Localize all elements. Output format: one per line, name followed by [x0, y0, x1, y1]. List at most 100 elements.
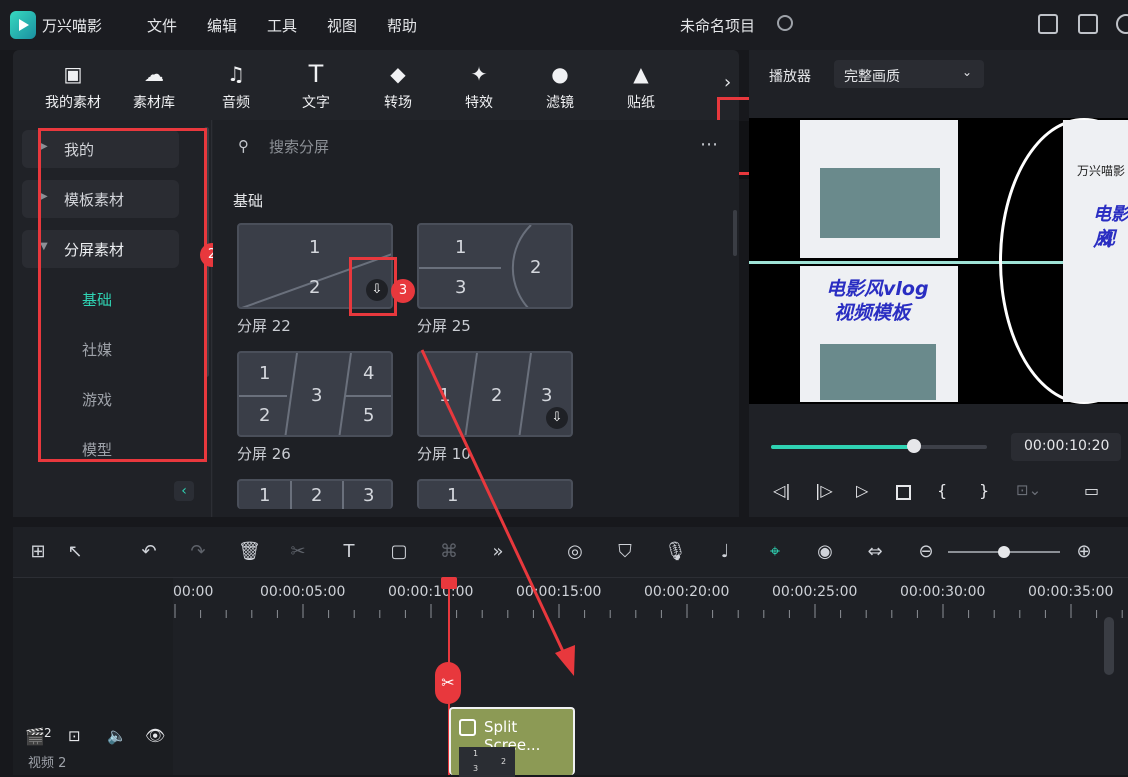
save-icon[interactable]	[1078, 14, 1098, 34]
poster-photo	[820, 168, 940, 238]
zoom-in-icon[interactable]: ⊕	[1073, 541, 1095, 563]
layout-icon[interactable]	[1038, 14, 1058, 34]
playback-progress-fill	[771, 445, 914, 449]
split-template-26[interactable]: 1 2 3 4 5	[237, 351, 393, 437]
ruler-time: 00:00:30:00	[900, 584, 986, 600]
timeline-scrollbar[interactable]	[1104, 617, 1114, 675]
stock-library-icon: ☁	[144, 62, 164, 86]
select-tool-icon[interactable]: ↖	[64, 541, 86, 563]
eye-icon[interactable]: 👁	[145, 726, 165, 745]
fit-timeline-icon[interactable]: ⇔	[864, 541, 886, 563]
text-icon: T	[308, 60, 324, 88]
playback-progress-track[interactable]	[771, 439, 987, 453]
split-layout-diagram	[419, 225, 532, 307]
display-icon[interactable]: ▭	[1084, 481, 1099, 500]
preview-poster-top	[800, 120, 958, 258]
ruler-time: 00:00:25:00	[772, 584, 858, 600]
menu-tools[interactable]: 工具	[267, 15, 297, 36]
transition-icon: ◆	[390, 62, 406, 86]
template-name: 分屏 22	[237, 317, 291, 335]
tool-audio[interactable]: ♫ 音频	[196, 62, 276, 112]
play-icon[interactable]: ▷	[856, 481, 868, 500]
delete-icon[interactable]: 🗑	[238, 541, 261, 563]
crop-icon[interactable]: ▢	[388, 541, 410, 563]
next-frame-icon[interactable]: |▷	[815, 481, 833, 500]
content-scrollbar[interactable]	[733, 210, 737, 256]
speech-to-text-icon[interactable]: ⌘	[438, 541, 460, 563]
more-tools-icon[interactable]: »	[487, 541, 509, 563]
tool-stock-library[interactable]: ☁ 素材库	[114, 62, 194, 112]
menu-view[interactable]: 视图	[327, 15, 357, 36]
tool-transition[interactable]: ◆ 转场	[358, 62, 438, 112]
audio-mix-icon[interactable]: ♩	[714, 541, 736, 563]
collapse-sidebar-button[interactable]: ‹	[174, 481, 194, 501]
divider	[13, 577, 1128, 578]
render-preview-icon[interactable]: ◎	[564, 541, 586, 563]
search-input[interactable]: 搜索分屏	[269, 136, 329, 157]
speaker-icon[interactable]: 🔈	[107, 726, 127, 745]
preview-poster-right: 万兴喵影 电影风 视	[1063, 120, 1128, 402]
playhead-handle[interactable]	[441, 577, 457, 589]
split-template-row3-a[interactable]: 1 2 3	[237, 479, 393, 509]
ruler-time: 00:00	[173, 584, 214, 600]
lock-icon[interactable]: ⊡	[68, 727, 81, 745]
timeline-clip[interactable]: Split Scree... 1 3 2	[449, 707, 575, 777]
cloud-icon[interactable]	[1116, 14, 1128, 34]
cut-icon[interactable]: ✂	[287, 541, 309, 563]
insert-icon[interactable]: ⊡⌄	[1016, 481, 1041, 499]
tool-text[interactable]: T 文字	[276, 62, 356, 112]
split-template-row3-b[interactable]: 1	[417, 479, 573, 509]
app-logo-icon	[10, 11, 36, 39]
mark-out-icon[interactable]: }	[979, 481, 989, 500]
menu-file[interactable]: 文件	[147, 15, 177, 36]
sticker-icon: ▲	[633, 62, 649, 86]
video-track-icon: 🎬	[25, 727, 45, 746]
annotation-box-3	[349, 257, 397, 316]
marker-icon[interactable]: ⛉	[614, 541, 636, 563]
timecode-display: 00:00:10:20	[1011, 433, 1121, 461]
text-tool-icon[interactable]: T	[338, 541, 360, 563]
tool-filters[interactable]: ● 滤镜	[520, 62, 600, 112]
quality-select[interactable]: 完整画质 ⌄	[834, 60, 984, 88]
track-number: 2	[44, 726, 52, 740]
title-bar: 万兴喵影 文件 编辑 工具 视图 帮助 未命名项目	[0, 0, 1128, 50]
split-template-25[interactable]: 1 3 2	[417, 223, 573, 309]
tool-stickers[interactable]: ▲ 贴纸	[601, 62, 681, 112]
chevron-down-icon: ⌄	[962, 65, 973, 79]
zoom-out-icon[interactable]: ⊖	[915, 541, 937, 563]
split-scissors-icon[interactable]: ✂	[435, 662, 461, 704]
menu-help[interactable]: 帮助	[387, 15, 417, 36]
menu-edit[interactable]: 编辑	[207, 15, 237, 36]
zoom-slider-knob[interactable]	[998, 546, 1010, 558]
player-label: 播放器	[769, 69, 811, 85]
snap-icon[interactable]: ⌖	[764, 541, 786, 563]
redo-icon[interactable]: ↷	[187, 541, 209, 563]
filters-icon: ●	[551, 62, 569, 86]
tool-my-media[interactable]: ▣ 我的素材	[33, 62, 113, 112]
preview-quality-icon[interactable]: ◉	[814, 541, 836, 563]
download-icon[interactable]: ⇩	[546, 407, 568, 429]
chevron-right-icon[interactable]: ›	[724, 72, 731, 93]
template-name: 分屏 10	[417, 445, 471, 463]
ruler-ticks	[174, 604, 1123, 618]
project-title[interactable]: 未命名项目	[680, 15, 755, 36]
mark-in-icon[interactable]: {	[937, 481, 947, 500]
prev-frame-icon[interactable]: ◁|	[773, 481, 791, 500]
layout-grid-icon[interactable]: ⊞	[27, 541, 49, 563]
ruler-time: 00:00:05:00	[260, 584, 346, 600]
split-screen-library	[213, 120, 739, 517]
microphone-icon[interactable]: 🎙	[664, 541, 687, 563]
template-icon	[459, 719, 476, 736]
template-name: 分屏 26	[237, 445, 291, 463]
clip-thumbnail: 1 3 2	[459, 747, 515, 777]
playback-scrubber[interactable]	[906, 439, 921, 453]
ruler-time: 00:00:35:00	[1028, 584, 1114, 600]
my-media-icon: ▣	[63, 62, 83, 86]
ruler-time: 00:00:20:00	[644, 584, 730, 600]
undo-icon[interactable]: ↶	[138, 541, 160, 563]
stop-icon[interactable]	[896, 485, 911, 500]
zoom-slider[interactable]	[948, 546, 1060, 558]
more-options-icon[interactable]: ⋯	[700, 134, 718, 155]
tool-effects[interactable]: ✦ 特效	[439, 62, 519, 112]
track-label: 视频 2	[28, 756, 67, 771]
